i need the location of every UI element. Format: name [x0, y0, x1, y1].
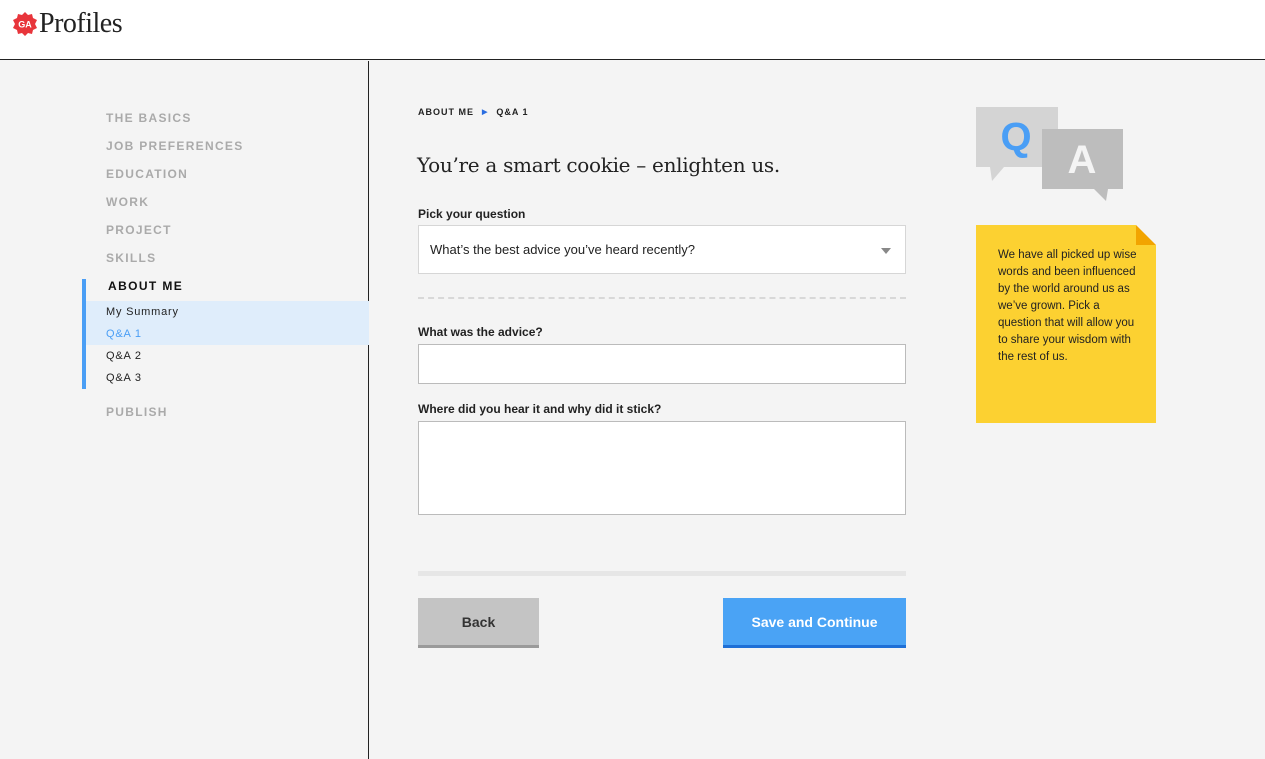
breadcrumb-current: Q&A 1 — [496, 107, 529, 117]
sidebar-item-publish[interactable]: PUBLISH — [106, 405, 168, 419]
advice-label: What was the advice? — [418, 325, 543, 339]
question-label: Pick your question — [418, 207, 526, 221]
sidebar-subitem-qa-3[interactable]: Q&A 3 — [106, 372, 142, 384]
sidebar-subitem-qa-1[interactable]: Q&A 1 — [106, 328, 142, 340]
a-bubble-icon: A — [1042, 129, 1123, 201]
sidebar-item-job-preferences[interactable]: JOB PREFERENCES — [106, 139, 244, 153]
dashed-divider — [418, 297, 906, 299]
where-label: Where did you hear it and why did it sti… — [418, 402, 662, 416]
ga-badge-icon: GA — [13, 12, 37, 36]
sidebar-subitem-qa-2[interactable]: Q&A 2 — [106, 350, 142, 362]
save-and-continue-button[interactable]: Save and Continue — [723, 598, 906, 648]
header: GA Profiles — [0, 0, 1265, 60]
sidebar-item-work[interactable]: WORK — [106, 195, 149, 209]
sidebar-item-skills[interactable]: SKILLS — [106, 251, 156, 265]
form-divider — [418, 571, 906, 576]
main-content: ABOUT ME ▶ Q&A 1 You’re a smart cookie –… — [370, 61, 1265, 759]
sidebar: THE BASICS JOB PREFERENCES EDUCATION WOR… — [0, 61, 369, 759]
sidebar-item-about-me[interactable]: ABOUT ME — [108, 279, 183, 293]
sidebar-item-project[interactable]: PROJECT — [106, 223, 172, 237]
sidebar-section-about-me: ABOUT ME My Summary Q&A 1 Q&A 2 Q&A 3 — [82, 279, 369, 389]
back-button[interactable]: Back — [418, 598, 539, 648]
breadcrumb: ABOUT ME ▶ Q&A 1 — [418, 107, 529, 117]
tip-note-text: We have all picked up wise words and bee… — [998, 249, 1137, 363]
brand-name: Profiles — [39, 8, 123, 39]
tip-note: We have all picked up wise words and bee… — [976, 225, 1156, 423]
svg-text:Q: Q — [1000, 115, 1031, 159]
svg-text:GA: GA — [18, 20, 32, 30]
question-select[interactable]: What’s the best advice you’ve heard rece… — [418, 225, 906, 274]
sidebar-subitem-my-summary[interactable]: My Summary — [106, 306, 179, 318]
advice-input[interactable] — [418, 344, 906, 384]
where-textarea[interactable] — [418, 421, 906, 515]
question-select-value: What’s the best advice you’ve heard rece… — [430, 242, 695, 257]
qa-illustration: Q A — [976, 107, 1124, 203]
logo[interactable]: GA Profiles — [13, 8, 123, 40]
note-fold-icon — [1136, 225, 1156, 245]
sidebar-item-education[interactable]: EDUCATION — [106, 167, 188, 181]
page-title: You’re a smart cookie – enlighten us. — [417, 153, 780, 177]
sidebar-item-the-basics[interactable]: THE BASICS — [106, 111, 192, 125]
breadcrumb-separator-icon: ▶ — [482, 109, 489, 116]
chevron-down-icon — [881, 248, 891, 254]
svg-text:A: A — [1068, 138, 1097, 182]
breadcrumb-parent[interactable]: ABOUT ME — [418, 107, 474, 117]
